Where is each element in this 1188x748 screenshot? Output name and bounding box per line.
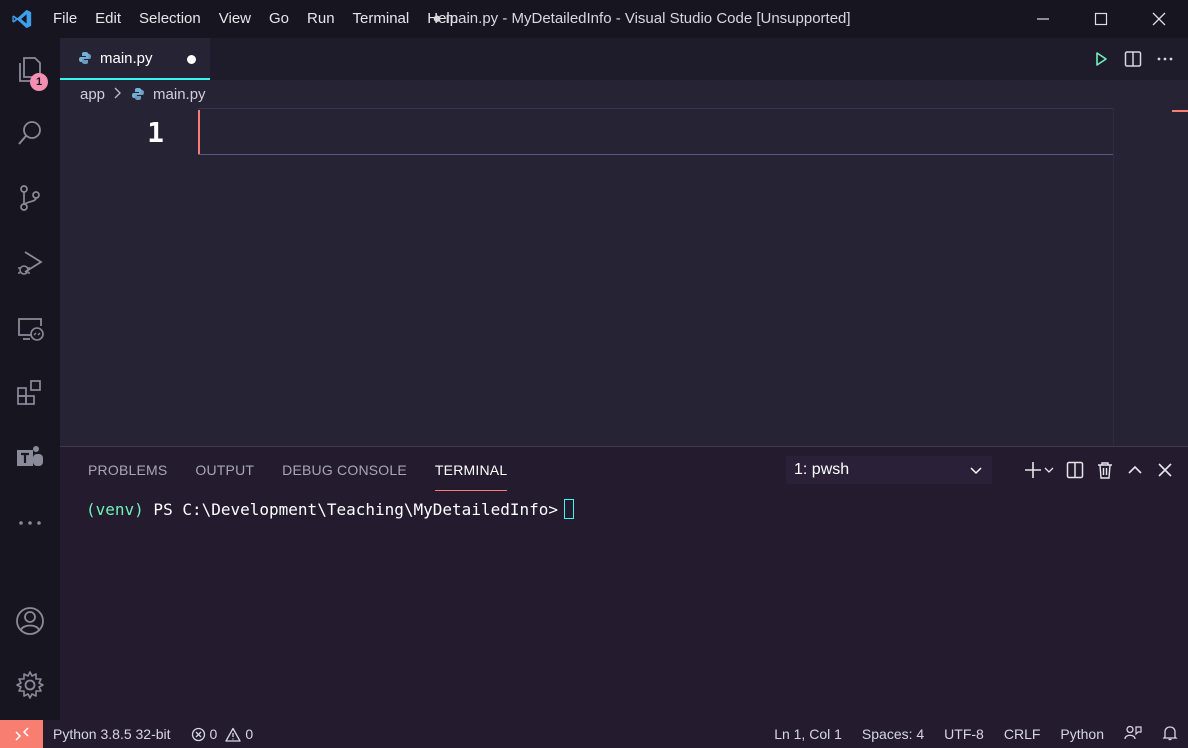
encoding[interactable]: UTF-8 bbox=[934, 726, 994, 742]
teams-icon bbox=[17, 446, 43, 466]
line-ending[interactable]: CRLF bbox=[994, 726, 1051, 742]
terminal-select-value: 1: pwsh bbox=[794, 461, 850, 478]
status-bar: Python 3.8.5 32-bit 0 0 Ln 1, Col 1 Spac… bbox=[0, 720, 1188, 748]
code-editor[interactable]: 1 bbox=[60, 108, 1188, 446]
chevron-down-icon bbox=[970, 467, 982, 475]
error-count: 0 bbox=[209, 726, 218, 742]
maximize-button[interactable] bbox=[1072, 0, 1130, 38]
notifications-button[interactable] bbox=[1152, 725, 1188, 744]
gear-icon bbox=[16, 671, 44, 699]
menu-help[interactable]: Help bbox=[418, 0, 467, 38]
tab-output[interactable]: OUTPUT bbox=[181, 447, 268, 493]
tab-debug-console[interactable]: DEBUG CONSOLE bbox=[268, 447, 421, 493]
menu-view[interactable]: View bbox=[210, 0, 260, 38]
terminal-cursor bbox=[564, 499, 575, 519]
terminal-prompt: PS C:\Development\Teaching\MyDetailedInf… bbox=[143, 500, 559, 519]
remote-explorer-button[interactable] bbox=[0, 301, 60, 355]
menu-run[interactable]: Run bbox=[298, 0, 344, 38]
status-right: Ln 1, Col 1 Spaces: 4 UTF-8 CRLF Python bbox=[764, 720, 1188, 748]
activity-bar: 1 bbox=[0, 38, 60, 720]
explorer-button[interactable]: 1 bbox=[0, 42, 60, 96]
window-controls bbox=[1014, 0, 1188, 38]
menu-bar: File Edit Selection View Go Run Terminal… bbox=[44, 0, 467, 38]
search-icon bbox=[18, 121, 41, 145]
warning-icon bbox=[225, 727, 241, 742]
vscode-logo-icon bbox=[0, 0, 44, 38]
split-terminal-icon[interactable] bbox=[1066, 461, 1084, 479]
tab-main-py[interactable]: main.py bbox=[60, 38, 210, 80]
panel-actions bbox=[1024, 456, 1174, 484]
minimize-button[interactable] bbox=[1014, 0, 1072, 38]
python-file-icon bbox=[132, 88, 145, 100]
close-panel-icon[interactable] bbox=[1156, 461, 1174, 479]
menu-edit[interactable]: Edit bbox=[86, 0, 130, 38]
text-cursor bbox=[198, 110, 200, 154]
search-button[interactable] bbox=[0, 106, 60, 160]
feedback-button[interactable] bbox=[1114, 725, 1152, 744]
python-file-icon bbox=[79, 52, 91, 64]
breadcrumb: app main.py bbox=[60, 80, 1188, 108]
menu-file[interactable]: File bbox=[44, 0, 86, 38]
remote-explorer-icon bbox=[18, 318, 44, 341]
tab-problems[interactable]: PROBLEMS bbox=[74, 447, 181, 493]
extensions-button[interactable] bbox=[0, 366, 60, 420]
source-control-button[interactable] bbox=[0, 171, 60, 225]
trash-icon[interactable] bbox=[1096, 461, 1114, 479]
run-file-icon[interactable] bbox=[1092, 50, 1110, 68]
teams-button[interactable] bbox=[0, 431, 60, 485]
account-icon bbox=[16, 607, 44, 635]
new-terminal-icon[interactable] bbox=[1024, 461, 1054, 479]
chevron-right-icon bbox=[113, 86, 123, 103]
run-debug-icon bbox=[18, 251, 43, 275]
tab-terminal[interactable]: TERMINAL bbox=[421, 447, 521, 493]
warning-count: 0 bbox=[245, 726, 254, 742]
menu-terminal[interactable]: Terminal bbox=[344, 0, 419, 38]
minimap[interactable] bbox=[1113, 108, 1114, 446]
extensions-icon bbox=[17, 380, 41, 405]
source-control-icon bbox=[20, 185, 40, 211]
indentation[interactable]: Spaces: 4 bbox=[852, 726, 934, 742]
title-bar: File Edit Selection View Go Run Terminal… bbox=[0, 0, 1188, 38]
feedback-icon bbox=[1124, 725, 1142, 739]
current-line-highlight bbox=[198, 108, 1113, 155]
editor-actions bbox=[1092, 38, 1174, 80]
bell-icon bbox=[1162, 725, 1178, 740]
chevron-up-icon[interactable] bbox=[1126, 461, 1144, 479]
settings-button[interactable] bbox=[0, 658, 60, 712]
status-left: Python 3.8.5 32-bit 0 0 bbox=[43, 726, 263, 742]
language-mode[interactable]: Python bbox=[1050, 726, 1114, 742]
more-actions-icon[interactable] bbox=[1156, 50, 1174, 68]
panel-tabs: PROBLEMS OUTPUT DEBUG CONSOLE TERMINAL bbox=[74, 447, 521, 493]
menu-selection[interactable]: Selection bbox=[130, 0, 210, 38]
problems-status[interactable]: 0 0 bbox=[181, 726, 264, 742]
run-debug-button[interactable] bbox=[0, 236, 60, 290]
more-icon bbox=[19, 521, 41, 525]
split-editor-icon[interactable] bbox=[1124, 50, 1142, 68]
error-icon bbox=[191, 727, 205, 741]
close-window-button[interactable] bbox=[1130, 0, 1188, 38]
menu-go[interactable]: Go bbox=[260, 0, 298, 38]
modified-dot-icon[interactable] bbox=[187, 55, 196, 64]
breadcrumb-file[interactable]: main.py bbox=[153, 86, 206, 103]
cursor-position[interactable]: Ln 1, Col 1 bbox=[764, 726, 852, 742]
tab-label: main.py bbox=[100, 49, 153, 67]
overview-ruler-cursor bbox=[1172, 110, 1188, 112]
bottom-panel: PROBLEMS OUTPUT DEBUG CONSOLE TERMINAL 1… bbox=[60, 446, 1188, 720]
line-number: 1 bbox=[147, 116, 164, 149]
explorer-badge: 1 bbox=[30, 73, 48, 91]
account-button[interactable] bbox=[0, 594, 60, 648]
terminal-output[interactable]: (venv) PS C:\Development\Teaching\MyDeta… bbox=[86, 499, 575, 519]
python-interpreter[interactable]: Python 3.8.5 32-bit bbox=[43, 726, 181, 742]
remote-icon bbox=[14, 727, 29, 741]
breadcrumb-folder[interactable]: app bbox=[80, 86, 105, 103]
terminal-select[interactable]: 1: pwsh bbox=[786, 456, 992, 484]
more-button[interactable] bbox=[0, 496, 60, 550]
editor-tab-bar: main.py bbox=[60, 38, 1188, 80]
terminal-venv: (venv) bbox=[86, 500, 144, 519]
remote-indicator[interactable] bbox=[0, 720, 43, 748]
